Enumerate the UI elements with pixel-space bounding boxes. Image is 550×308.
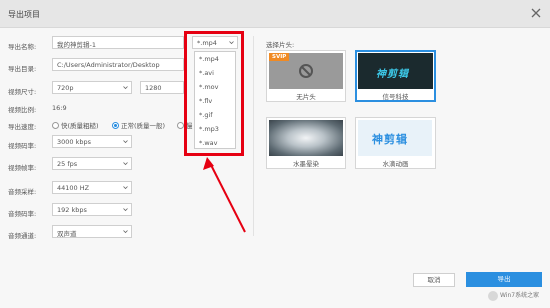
intro-water-drop-thumb[interactable]: 神剪辑 水滴动画 (355, 117, 436, 169)
watermark-text: Win7系统之家 (500, 292, 540, 299)
intro-signal-tech-preview: 神剪辑 (358, 53, 433, 89)
intro-section-label: 选择片头: (266, 41, 295, 49)
intro-signal-tech-label: 信号科技 (382, 93, 409, 101)
intro-ink-label: 水墨晕染 (293, 160, 319, 168)
intro-none-preview: SVIP (269, 53, 343, 89)
intro-water-drop-preview: 神剪辑 (358, 120, 432, 156)
cancel-button[interactable]: 取消 (413, 273, 455, 287)
intro-signal-tech-thumb[interactable]: 神剪辑 信号科技 (355, 50, 436, 102)
no-intro-icon (298, 63, 314, 81)
watermark-logo-icon (488, 290, 498, 301)
intro-ink-thumb[interactable]: 水墨晕染 (266, 117, 346, 169)
export-button[interactable]: 导出 (466, 272, 542, 287)
intro-ink-preview (269, 120, 343, 156)
water-drop-logo: 神剪辑 (372, 133, 408, 146)
svip-badge: SVIP (269, 53, 290, 61)
intro-water-drop-label: 水滴动画 (382, 160, 409, 168)
site-watermark: Win7系统之家 (488, 290, 546, 304)
intro-none-thumb[interactable]: SVIP 无片头 (266, 50, 346, 102)
intro-none-label: 无片头 (296, 93, 316, 101)
signal-tech-logo: 神剪辑 (376, 69, 409, 80)
